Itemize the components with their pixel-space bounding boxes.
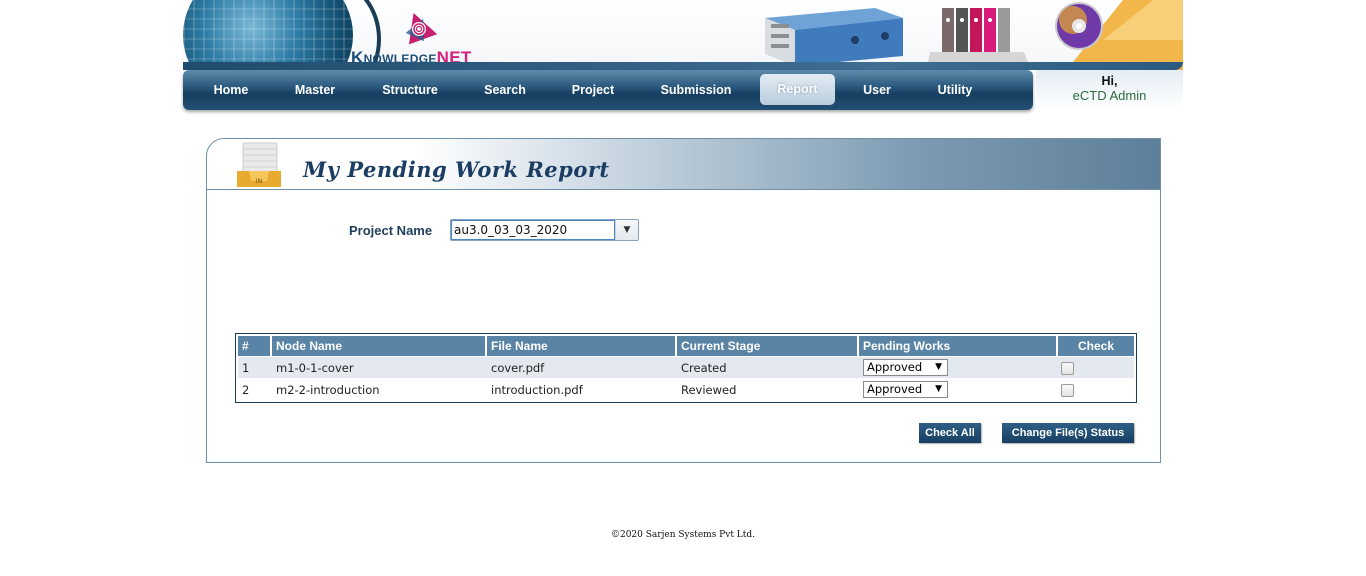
nav-master[interactable]: Master: [283, 70, 347, 110]
chevron-down-icon[interactable]: ▼: [615, 220, 638, 240]
column-header-number: #: [238, 336, 270, 356]
row-file-name: cover.pdf: [491, 361, 545, 375]
column-header-current-stage: Current Stage: [677, 336, 857, 356]
user-name: eCTD Admin: [1072, 88, 1147, 103]
nav-structure[interactable]: Structure: [373, 70, 447, 110]
pending-works-value: Approved: [867, 382, 923, 396]
pending-works-value: Approved: [867, 360, 923, 374]
project-name-label: Project Name: [349, 223, 433, 238]
row-number: 1: [242, 361, 250, 375]
pending-works-select[interactable]: Approved ▼: [863, 381, 948, 398]
project-select-value: au3.0_03_03_2020: [454, 223, 568, 237]
inbox-folder-icon: IN: [237, 142, 281, 187]
project-name-select[interactable]: au3.0_03_03_2020 ▼: [450, 219, 639, 241]
nav-home[interactable]: Home: [201, 70, 261, 110]
row-file-name: introduction.pdf: [491, 383, 583, 397]
nav-submission[interactable]: Submission: [651, 70, 741, 110]
pending-work-table: # Node Name File Name Current Stage Pend…: [235, 333, 1137, 403]
nav-report[interactable]: Report: [760, 74, 835, 105]
nav-user[interactable]: User: [847, 70, 907, 110]
greeting-text: Hi,: [1101, 74, 1118, 88]
user-greeting: Hi, eCTD Admin: [1036, 70, 1183, 110]
panel-header: IN My Pending Work Report: [207, 139, 1160, 190]
binders-graphic: [765, 8, 903, 66]
cd-envelope-graphic: [1055, 0, 1183, 70]
column-header-node-name: Node Name: [272, 336, 485, 356]
row-checkbox[interactable]: [1061, 362, 1074, 375]
logo-swirl-icon: [405, 12, 437, 45]
row-node-name: m2-2-introduction: [276, 383, 380, 397]
nav-utility[interactable]: Utility: [925, 70, 985, 110]
pending-works-select[interactable]: Approved ▼: [863, 359, 948, 376]
row-node-name: m1-0-1-cover: [276, 361, 354, 375]
row-current-stage: Reviewed: [681, 383, 737, 397]
header-banner: KnowledgeNET: [183, 0, 1183, 70]
column-header-pending-works: Pending Works: [859, 336, 1056, 356]
laptop-folders-graphic: [928, 8, 1028, 65]
check-all-button[interactable]: Check All: [919, 423, 981, 443]
column-header-file-name: File Name: [487, 336, 675, 356]
change-file-status-button[interactable]: Change File(s) Status: [1002, 423, 1134, 443]
row-current-stage: Created: [681, 361, 727, 375]
row-number: 2: [242, 383, 250, 397]
dropdown-arrow-icon: ▼: [935, 384, 942, 394]
nav-project[interactable]: Project: [561, 70, 625, 110]
footer-copyright: ©2020 Sarjen Systems Pvt Ltd.: [610, 530, 756, 540]
row-checkbox[interactable]: [1061, 384, 1074, 397]
main-nav: Home Master Structure Search Project Sub…: [183, 70, 1033, 110]
nav-search[interactable]: Search: [473, 70, 537, 110]
page-title: My Pending Work Report: [303, 157, 610, 182]
banner-strip: [183, 62, 1183, 70]
dropdown-arrow-icon: ▼: [935, 362, 942, 372]
svg-text:IN: IN: [256, 178, 262, 185]
report-panel: IN My Pending Work Report Project Name a…: [206, 138, 1161, 463]
column-header-check: Check: [1058, 336, 1134, 356]
